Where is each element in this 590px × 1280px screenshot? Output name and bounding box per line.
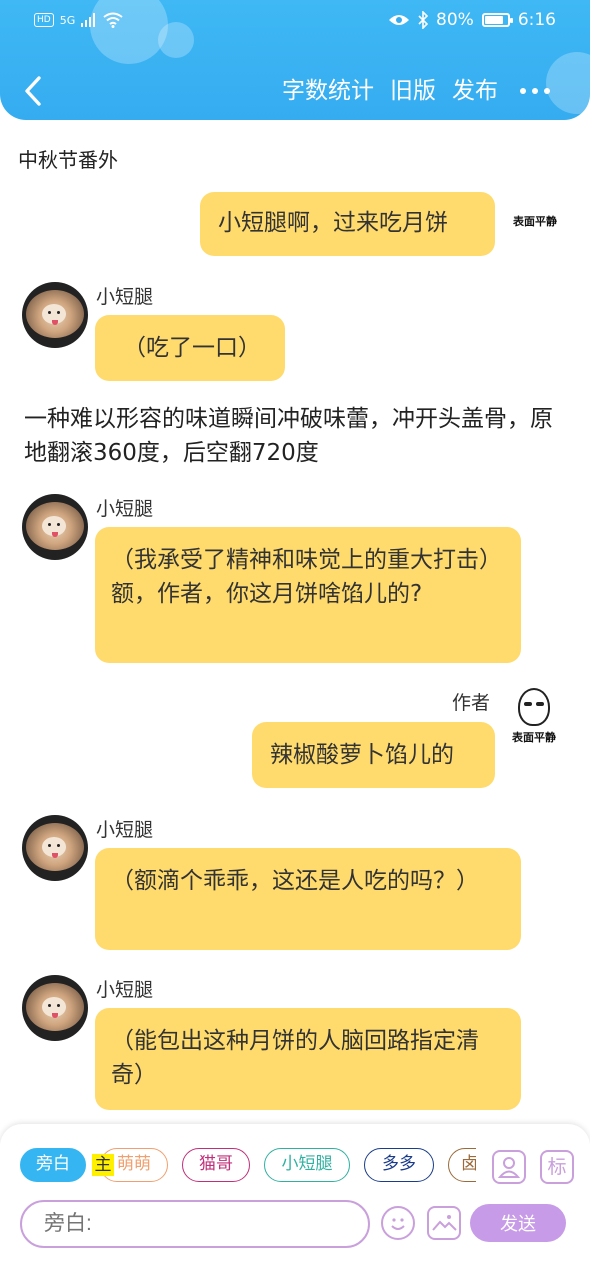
tag-button[interactable]: 标 [540, 1150, 574, 1184]
top-header: HD 5G 80% 6:16 字数统计 旧版 发布 [0, 0, 590, 120]
word-count-button[interactable]: 字数统计 [282, 76, 374, 106]
message-bubble[interactable]: （吃了一口） [95, 315, 285, 381]
chevron-left-icon [25, 76, 41, 106]
role-chip[interactable]: 小短腿 [264, 1148, 350, 1182]
toolbar-actions: 字数统计 旧版 发布 [282, 76, 498, 106]
message-bubble[interactable]: （能包出这种月饼的人脑回路指定清奇） [95, 1008, 521, 1110]
speaker-name: 小短腿 [96, 819, 154, 841]
message-bubble[interactable]: 辣椒酸萝卜馅儿的 [252, 722, 495, 788]
battery-percent: 80% [436, 10, 474, 30]
role-chip[interactable]: 猫哥 [182, 1148, 250, 1182]
avatar[interactable] [22, 282, 88, 348]
chapter-title[interactable]: 中秋节番外 [18, 144, 118, 173]
role-chip[interactable]: 卤 [448, 1148, 476, 1182]
eye-icon [389, 15, 410, 25]
publish-button[interactable]: 发布 [452, 76, 498, 106]
battery-level [484, 16, 503, 24]
message-bubble[interactable]: 小短腿啊，过来吃月饼 [200, 192, 495, 256]
message-bubble[interactable]: （我承受了精神和味觉上的重大打击）额，作者，你这月饼啥馅儿的? [95, 527, 521, 663]
speaker-name: 小短腿 [96, 979, 154, 1001]
back-button[interactable] [20, 74, 50, 108]
message-bubble[interactable]: （额滴个乖乖，这还是人吃的吗？） [95, 848, 521, 950]
wifi-icon [103, 12, 123, 28]
avatar[interactable] [22, 494, 88, 560]
bluetooth-icon [418, 11, 429, 29]
old-version-button[interactable]: 旧版 [390, 76, 436, 106]
speaker-name: 作者 [452, 692, 491, 714]
speaker-name: 小短腿 [96, 498, 154, 520]
meme-face-icon [518, 688, 550, 726]
author-avatar[interactable]: 表面平静 [504, 686, 564, 744]
signal-icon [81, 13, 96, 27]
send-button[interactable]: 发送 [470, 1204, 566, 1242]
smiley-icon [391, 1218, 405, 1230]
nav-row: 字数统计 旧版 发布 [0, 70, 590, 114]
message-input[interactable] [20, 1200, 370, 1248]
speaker-name: 小短腿 [96, 286, 154, 308]
owner-tag: 主 [92, 1154, 114, 1176]
author-avatar[interactable]: 表面平静 [500, 168, 570, 228]
narration-text[interactable]: 一种难以形容的味道瞬间冲破味蕾，冲开头盖骨，原地翻滚360度，后空翻720度 [24, 402, 564, 470]
hd-badge: HD [34, 13, 54, 27]
status-right: 80% 6:16 [388, 10, 556, 30]
role-chips: 旁白 萌萌 猫哥 小短腿 多多 卤 主 [20, 1146, 476, 1186]
meme-caption: 表面平静 [513, 215, 557, 228]
image-button[interactable] [427, 1206, 461, 1240]
status-bar: HD 5G 80% 6:16 [0, 0, 590, 44]
character-button[interactable] [492, 1150, 526, 1184]
network-type: 5G [59, 13, 76, 27]
role-chip[interactable]: 旁白 [20, 1148, 86, 1182]
meme-caption: 表面平静 [512, 731, 556, 744]
more-options-icon[interactable] [520, 88, 550, 94]
emoji-button[interactable] [381, 1206, 415, 1240]
image-icon [432, 1215, 457, 1231]
avatar[interactable] [22, 975, 88, 1041]
status-left: HD 5G [34, 12, 123, 28]
role-chip[interactable]: 多多 [364, 1148, 434, 1182]
clock: 6:16 [517, 10, 556, 30]
battery-icon [481, 13, 513, 27]
composer-panel: 旁白 萌萌 猫哥 小短腿 多多 卤 主 标 发送 [0, 1124, 590, 1280]
avatar[interactable] [22, 815, 88, 881]
person-icon [497, 1157, 521, 1178]
